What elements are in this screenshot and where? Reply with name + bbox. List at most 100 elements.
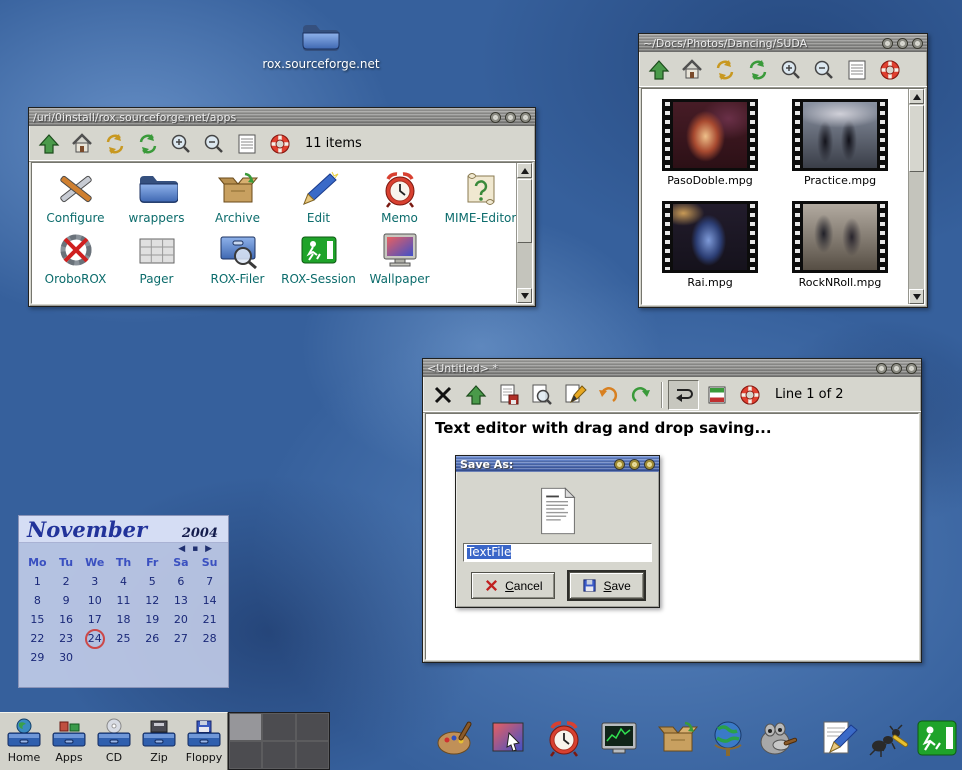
launcher-globe[interactable]: [707, 717, 749, 759]
calendar-day[interactable]: 22: [23, 629, 52, 648]
workspace-pager[interactable]: [228, 712, 330, 770]
calendar-today-button[interactable]: ▪: [192, 544, 200, 554]
calendar-day[interactable]: 18: [109, 610, 138, 629]
drive-home[interactable]: Home: [2, 716, 46, 770]
up-button[interactable]: [33, 129, 64, 159]
cancel-button[interactable]: Cancel: [471, 572, 555, 599]
apps-scrollbar[interactable]: [516, 163, 532, 303]
calendar-day[interactable]: 25: [109, 629, 138, 648]
help-button[interactable]: [874, 55, 905, 85]
undo-button[interactable]: [592, 380, 623, 410]
file-rocknroll[interactable]: RockNRoll.mpg: [792, 201, 888, 289]
calendar-day[interactable]: 7: [195, 572, 224, 591]
search-button[interactable]: [526, 380, 557, 410]
scroll-thumb[interactable]: [909, 105, 924, 172]
calendar-day[interactable]: 23: [52, 629, 81, 648]
calendar-day[interactable]: 14: [195, 591, 224, 610]
calendar-day[interactable]: 28: [195, 629, 224, 648]
back-button[interactable]: [709, 55, 740, 85]
help-button[interactable]: [264, 129, 295, 159]
scroll-up-button[interactable]: [517, 163, 532, 178]
window-maximize-button[interactable]: [629, 459, 640, 470]
window-iconify-button[interactable]: [876, 363, 887, 374]
launcher-edit[interactable]: [817, 717, 859, 759]
scroll-track[interactable]: [909, 104, 924, 289]
calendar-day[interactable]: 11: [109, 591, 138, 610]
calendar-day[interactable]: 17: [80, 610, 109, 629]
calendar-day[interactable]: 30: [52, 648, 81, 667]
pager-cell[interactable]: [296, 713, 329, 741]
redo-button[interactable]: [625, 380, 656, 410]
save-button[interactable]: Save: [569, 572, 643, 599]
launcher-session[interactable]: [916, 717, 958, 759]
drive-zip[interactable]: Zip: [137, 716, 181, 770]
calendar-day[interactable]: 26: [138, 629, 167, 648]
app-item-oroborox[interactable]: OroboROX: [35, 229, 116, 286]
calendar-day[interactable]: 3: [80, 572, 109, 591]
pager-cell[interactable]: [296, 741, 329, 769]
pager-cell[interactable]: [229, 741, 262, 769]
calendar-next-button[interactable]: ▶: [205, 544, 214, 554]
titlebar-photos[interactable]: ~/Docs/Photos/Dancing/SUDA: [639, 34, 927, 52]
calendar-day[interactable]: 13: [167, 591, 196, 610]
refresh-button[interactable]: [132, 129, 163, 159]
app-item-rox-filer[interactable]: ROX-Filer: [197, 229, 278, 286]
calendar-day[interactable]: 20: [167, 610, 196, 629]
launcher-display[interactable]: [487, 717, 529, 759]
close-button[interactable]: [427, 380, 458, 410]
home-button[interactable]: [676, 55, 707, 85]
file-practice[interactable]: Practice.mpg: [792, 99, 888, 187]
window-maximize-button[interactable]: [897, 38, 908, 49]
titlebar-apps[interactable]: /uri/0install/rox.sourceforge.net/apps: [29, 108, 535, 126]
zoom-in-button[interactable]: [775, 55, 806, 85]
calendar-day[interactable]: 15: [23, 610, 52, 629]
calendar-day[interactable]: 10: [80, 591, 109, 610]
window-close-button[interactable]: [520, 112, 531, 123]
drive-floppy[interactable]: Floppy: [182, 716, 226, 770]
app-item-rox-session[interactable]: ROX-Session: [278, 229, 359, 286]
calendar-day[interactable]: 19: [138, 610, 167, 629]
calendar-day[interactable]: 5: [138, 572, 167, 591]
launcher-bug[interactable]: [867, 717, 909, 759]
drive-cd[interactable]: CD: [92, 716, 136, 770]
app-item-wrappers[interactable]: wrappers: [116, 168, 197, 225]
home-button[interactable]: [66, 129, 97, 159]
filename-input[interactable]: TextFile: [463, 543, 652, 562]
app-item-archive[interactable]: Archive: [197, 168, 278, 225]
edit-button[interactable]: [559, 380, 590, 410]
up-button[interactable]: [460, 380, 491, 410]
refresh-button[interactable]: [742, 55, 773, 85]
scroll-down-button[interactable]: [909, 289, 924, 304]
scroll-up-button[interactable]: [909, 89, 924, 104]
up-button[interactable]: [643, 55, 674, 85]
calendar-day[interactable]: 9: [52, 591, 81, 610]
pager-cell[interactable]: [262, 713, 295, 741]
calendar-day[interactable]: 6: [167, 572, 196, 591]
app-item-pager[interactable]: Pager: [116, 229, 197, 286]
window-iconify-button[interactable]: [882, 38, 893, 49]
list-view-button[interactable]: [231, 129, 262, 159]
syntax-button[interactable]: [701, 380, 732, 410]
calendar-day[interactable]: 2: [52, 572, 81, 591]
file-icon-wrap[interactable]: [538, 478, 578, 543]
drive-apps[interactable]: Apps: [47, 716, 91, 770]
photos-scrollbar[interactable]: [908, 89, 924, 304]
scroll-down-button[interactable]: [517, 288, 532, 303]
help-button[interactable]: [734, 380, 765, 410]
app-item-memo[interactable]: Memo: [359, 168, 440, 225]
back-button[interactable]: [99, 129, 130, 159]
window-close-button[interactable]: [912, 38, 923, 49]
file-pasodoble[interactable]: PasoDoble.mpg: [662, 99, 758, 187]
file-rai[interactable]: Rai.mpg: [662, 201, 758, 289]
app-item-mime-editor[interactable]: MIME-Editor: [440, 168, 521, 225]
calendar-day[interactable]: 1: [23, 572, 52, 591]
calendar-day[interactable]: 29: [23, 648, 52, 667]
window-iconify-button[interactable]: [490, 112, 501, 123]
save-button[interactable]: [493, 380, 524, 410]
pager-cell[interactable]: [262, 741, 295, 769]
app-item-wallpaper[interactable]: Wallpaper: [359, 229, 440, 286]
launcher-paint[interactable]: [435, 717, 477, 759]
wrap-toggle-button[interactable]: [668, 380, 699, 410]
titlebar-editor[interactable]: <Untitled> *: [423, 359, 921, 377]
scroll-thumb[interactable]: [517, 179, 532, 243]
